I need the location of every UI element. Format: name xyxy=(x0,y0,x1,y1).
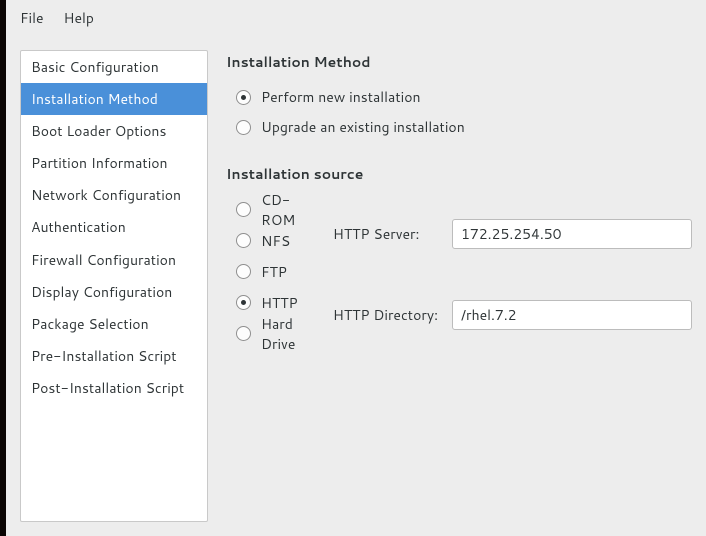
http-fields: HTTP Server: HTTP Directory: xyxy=(333,194,692,349)
sidebar-item-package-selection[interactable]: Package Selection xyxy=(21,308,207,340)
http-server-input[interactable] xyxy=(452,219,692,249)
installation-source-block: CD-ROM NFS FTP HTTP xyxy=(236,194,692,349)
radio-hard-drive[interactable]: Hard Drive xyxy=(236,318,317,349)
sidebar-item-installation-method[interactable]: Installation Method xyxy=(21,83,207,115)
menu-help[interactable]: Help xyxy=(56,4,102,32)
sidebar-item-network-configuration[interactable]: Network Configuration xyxy=(21,179,207,211)
sidebar: Basic Configuration Installation Method … xyxy=(20,50,208,522)
radio-icon xyxy=(236,295,251,310)
radio-perform-new-installation[interactable]: Perform new installation xyxy=(236,82,692,112)
radio-label: Hard Drive xyxy=(261,314,317,354)
radio-label: Upgrade an existing installation xyxy=(261,117,465,137)
content-area: Basic Configuration Installation Method … xyxy=(6,36,706,536)
http-directory-label: HTTP Directory: xyxy=(333,305,438,325)
sidebar-item-basic-configuration[interactable]: Basic Configuration xyxy=(21,51,207,83)
installation-method-radios: Perform new installation Upgrade an exis… xyxy=(236,82,692,142)
sidebar-item-display-configuration[interactable]: Display Configuration xyxy=(21,276,207,308)
sidebar-item-pre-installation-script[interactable]: Pre-Installation Script xyxy=(21,340,207,372)
installation-source-heading: Installation source xyxy=(226,164,692,184)
window: File Help Basic Configuration Installati… xyxy=(0,0,706,536)
radio-upgrade-existing-installation[interactable]: Upgrade an existing installation xyxy=(236,112,692,142)
radio-label: CD-ROM xyxy=(261,190,317,230)
radio-icon xyxy=(236,202,251,217)
sidebar-item-authentication[interactable]: Authentication xyxy=(21,211,207,243)
http-directory-input[interactable] xyxy=(452,300,692,330)
radio-icon xyxy=(236,264,251,279)
radio-icon xyxy=(236,90,251,105)
radio-icon xyxy=(236,233,251,248)
sidebar-item-partition-information[interactable]: Partition Information xyxy=(21,147,207,179)
installation-method-heading: Installation Method xyxy=(226,52,692,72)
radio-label: NFS xyxy=(261,231,290,251)
radio-label: HTTP xyxy=(261,293,298,313)
radio-label: FTP xyxy=(261,262,287,282)
sidebar-item-boot-loader-options[interactable]: Boot Loader Options xyxy=(21,115,207,147)
radio-label: Perform new installation xyxy=(261,87,421,107)
menubar: File Help xyxy=(6,0,706,36)
radio-nfs[interactable]: NFS xyxy=(236,225,317,256)
http-server-label: HTTP Server: xyxy=(333,224,438,244)
radio-icon xyxy=(236,326,251,341)
radio-icon xyxy=(236,120,251,135)
menu-file[interactable]: File xyxy=(12,4,52,32)
main-panel: Installation Method Perform new installa… xyxy=(226,50,692,522)
sidebar-item-post-installation-script[interactable]: Post-Installation Script xyxy=(21,372,207,404)
sidebar-item-firewall-configuration[interactable]: Firewall Configuration xyxy=(21,244,207,276)
radio-cd-rom[interactable]: CD-ROM xyxy=(236,194,317,225)
installation-source-radios: CD-ROM NFS FTP HTTP xyxy=(236,194,317,349)
radio-ftp[interactable]: FTP xyxy=(236,256,317,287)
